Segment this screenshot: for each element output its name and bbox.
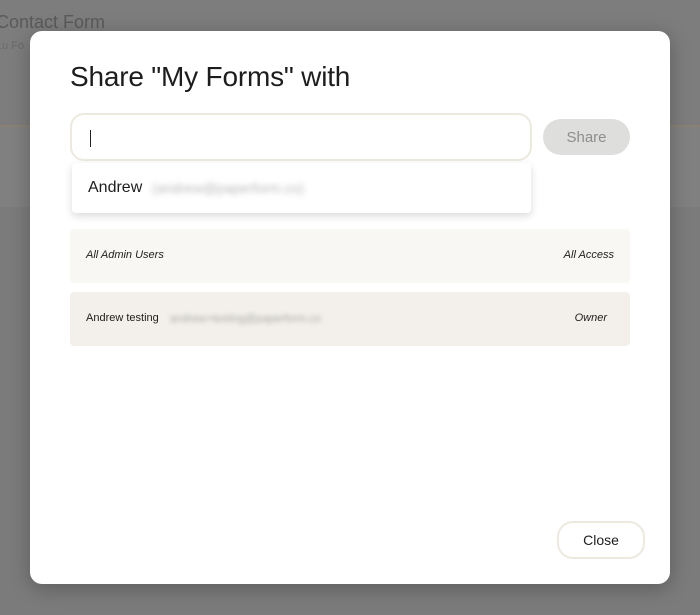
modal-title: Share "My Forms" with bbox=[70, 61, 351, 92]
background-title: Contact Form bbox=[0, 12, 106, 32]
suggestion-name: Andrew bbox=[88, 179, 143, 196]
suggestion-email: (andrew@paperform.co) bbox=[152, 180, 304, 196]
share-row-owner: Andrew testing andrew+testing@paperform.… bbox=[70, 292, 630, 346]
close-button[interactable]: Close bbox=[557, 521, 645, 559]
share-button[interactable]: Share bbox=[543, 119, 630, 155]
row-email: andrew+testing@paperform.co bbox=[170, 313, 321, 325]
row-label: Andrew testing bbox=[86, 312, 159, 324]
search-field[interactable] bbox=[70, 113, 532, 161]
row-role: All Access bbox=[563, 249, 614, 261]
row-label: All Admin Users bbox=[86, 249, 164, 261]
share-modal: Share "My Forms" with Share Andrew (andr… bbox=[30, 31, 670, 584]
background-subtitle: Lu Fo bbox=[0, 40, 25, 52]
share-row-admin: All Admin Users All Access bbox=[70, 229, 630, 283]
text-caret bbox=[90, 130, 91, 147]
share-search-input[interactable] bbox=[88, 125, 512, 151]
suggestion-dropdown-item[interactable]: Andrew (andrew@paperform.co) bbox=[72, 163, 531, 213]
row-role: Owner bbox=[574, 312, 607, 324]
